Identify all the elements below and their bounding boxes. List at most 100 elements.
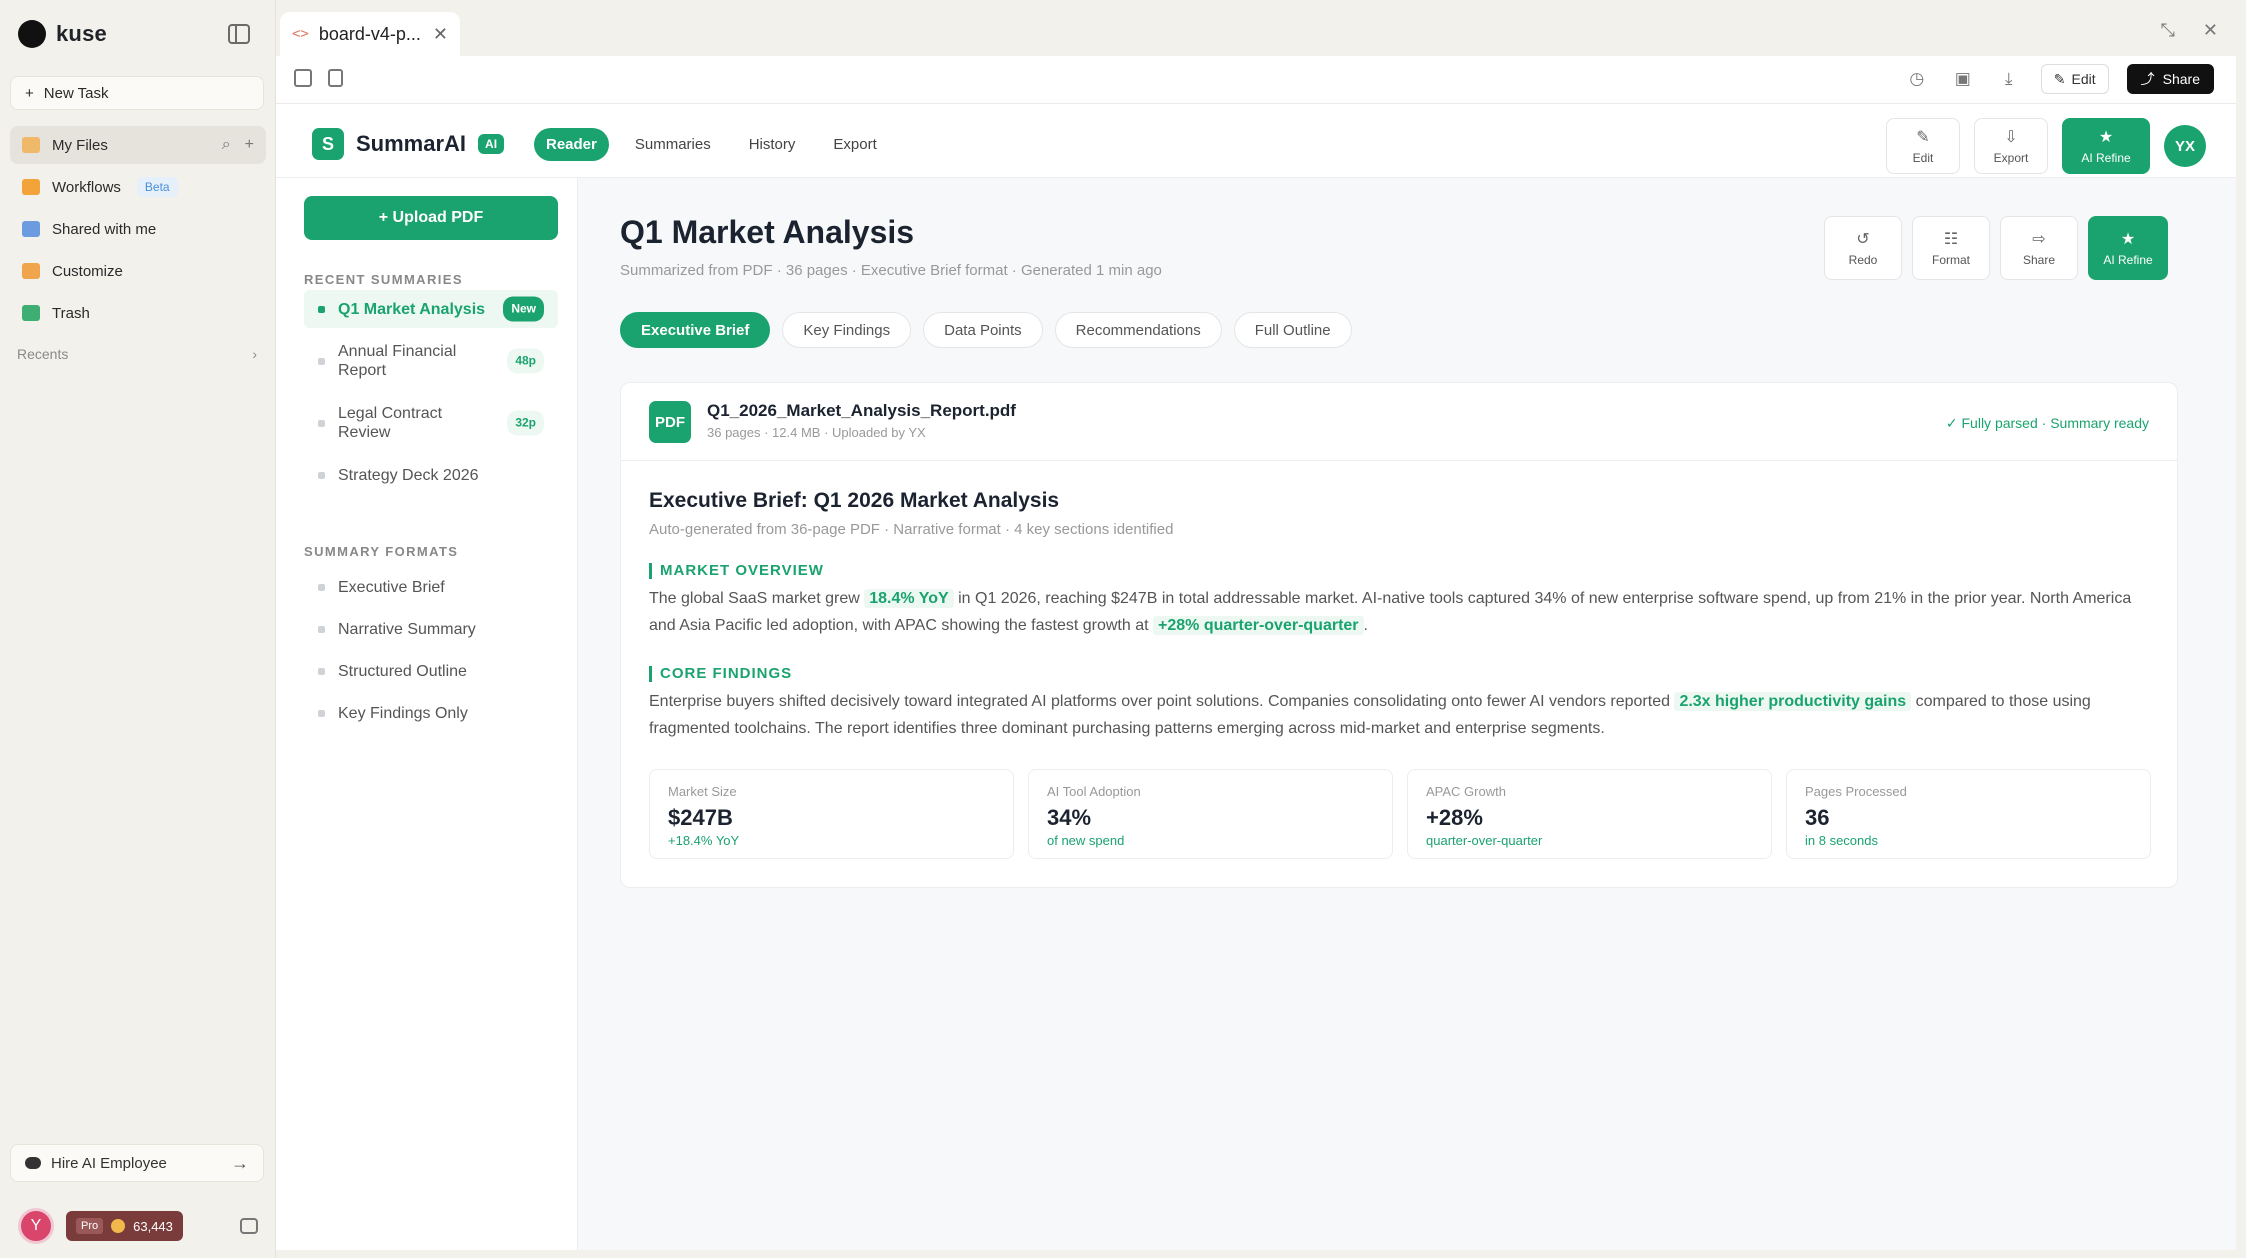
page-title: Q1 Market Analysis	[620, 214, 915, 250]
app-sidebar: kuse + New Task My Files ⌕ + Workflows B…	[0, 0, 276, 1258]
recent-item-label: Legal Contract Review	[338, 405, 443, 441]
tab-executive-brief[interactable]: Executive Brief	[620, 312, 771, 348]
header-edit-button[interactable]: ✎ Edit	[1886, 118, 1960, 174]
share-summary-label: Share	[2022, 253, 2056, 267]
stat-label: APAC Growth	[1426, 784, 1506, 799]
close-icon[interactable]: ✕	[433, 24, 448, 45]
user-avatar-yx[interactable]: YX	[2164, 125, 2206, 167]
format-executive-brief[interactable]: Executive Brief	[304, 568, 558, 606]
format-key-findings[interactable]: Key Findings Only	[304, 694, 558, 732]
user-avatar[interactable]: Y	[18, 1208, 54, 1244]
arrow-right-icon: →	[231, 1152, 249, 1173]
format-narrative[interactable]: Narrative Summary	[304, 610, 558, 648]
pencil-icon: ✎	[2053, 70, 2066, 87]
feedback-icon[interactable]	[240, 1218, 258, 1234]
brand[interactable]: kuse	[18, 20, 107, 48]
text-segment: Enterprise buyers shifted decisively tow…	[649, 693, 1675, 710]
present-icon[interactable]: ▣	[1949, 69, 1977, 89]
plus-icon: +	[25, 84, 34, 102]
plan-credits-chip[interactable]: Pro 63,443	[66, 1211, 183, 1241]
history-icon[interactable]: ◷	[1903, 69, 1931, 89]
recents-header[interactable]: Recents ›	[17, 346, 257, 362]
folder-icon	[22, 137, 40, 153]
share-summary-button[interactable]: ⇨ Share	[2000, 216, 2078, 280]
stats-row: Market Size $247B +18.4% YoY AI Tool Ado…	[649, 769, 2151, 859]
ai-refine-label: AI Refine	[2103, 253, 2153, 267]
summary-main: Q1 Market Analysis Summarized from PDF ·…	[578, 178, 2236, 1250]
view-toggles	[294, 69, 343, 87]
brief-meta: Auto-generated from 36-page PDF · Narrat…	[649, 521, 1174, 538]
minimize-icon[interactable]: ⤡	[2161, 20, 2175, 41]
file-name[interactable]: Q1_2026_Market_Analysis_Report.pdf	[707, 401, 1016, 421]
edit-button[interactable]: ✎ Edit	[2040, 64, 2109, 94]
add-icon[interactable]: +	[245, 136, 254, 154]
plan-badge: Pro	[76, 1218, 104, 1234]
nav-export[interactable]: Export	[821, 128, 888, 161]
recent-summaries-list: Q1 Market Analysis New Annual Financial …	[304, 290, 558, 498]
close-window-icon[interactable]: ✕	[2203, 20, 2218, 41]
share-button[interactable]: ⤴ Share	[2126, 64, 2214, 94]
new-badge: New	[503, 296, 544, 322]
stat-value: +28%	[1426, 805, 1483, 830]
format-label: Structured Outline	[338, 662, 467, 680]
desktop-view-icon[interactable]	[294, 69, 312, 87]
tab-full-outline[interactable]: Full Outline	[1233, 312, 1352, 348]
recent-item-q1[interactable]: Q1 Market Analysis New	[304, 290, 558, 328]
viewer-toolbar: ◷ ▣ ⤓ ✎ Edit ⤴ Share	[276, 56, 2236, 104]
stat-value: $247B	[668, 805, 733, 830]
nav-history[interactable]: History	[737, 128, 808, 161]
chevron-right-icon: ›	[252, 346, 257, 362]
sidebar-item-my-files[interactable]: My Files ⌕ +	[10, 126, 266, 164]
hire-ai-employee-button[interactable]: Hire AI Employee →	[10, 1144, 264, 1182]
robot-icon	[25, 1157, 41, 1169]
stat-market-size: Market Size $247B +18.4% YoY	[649, 769, 1014, 859]
recent-item-label: Annual Financial Report	[338, 343, 457, 379]
download-icon: ⇩	[2004, 129, 2018, 146]
search-icon[interactable]: ⌕	[222, 136, 231, 154]
share-icon: ⤴	[2140, 71, 2155, 87]
core-findings-text: Enterprise buyers shifted decisively tow…	[649, 688, 2159, 742]
format-button[interactable]: ☷ Format	[1912, 216, 1990, 280]
new-task-button[interactable]: + New Task	[10, 76, 264, 110]
download-icon[interactable]: ⤓	[1995, 69, 2023, 89]
recent-summaries-title: RECENT SUMMARIES	[304, 272, 463, 287]
sidebar-item-label: Shared with me	[52, 220, 157, 238]
recent-item-strategy[interactable]: Strategy Deck 2026	[304, 456, 558, 494]
tab-data-points[interactable]: Data Points	[923, 312, 1043, 348]
sidebar-item-customize[interactable]: Customize	[10, 252, 266, 290]
redo-button[interactable]: ↺ Redo	[1824, 216, 1902, 280]
tab-key-findings[interactable]: Key Findings	[782, 312, 912, 348]
header-export-button[interactable]: ⇩ Export	[1974, 118, 2048, 174]
recent-item-legal[interactable]: Legal Contract Review 32p	[304, 394, 558, 452]
summary-formats-title: SUMMARY FORMATS	[304, 544, 459, 559]
upload-pdf-button[interactable]: + Upload PDF	[304, 196, 558, 240]
highlight-productivity: 2.3x higher productivity gains	[1674, 692, 1912, 711]
stat-label: Market Size	[668, 784, 737, 799]
app-logo-icon: S	[312, 128, 344, 160]
stat-label: AI Tool Adoption	[1047, 784, 1141, 799]
sidebar-item-label: Trash	[52, 304, 90, 322]
coin-icon	[111, 1219, 126, 1233]
mobile-view-icon[interactable]	[328, 69, 343, 87]
sidebar-item-workflows[interactable]: Workflows Beta	[10, 168, 266, 206]
shared-folder-icon	[22, 221, 40, 237]
summary-formats-list: Executive Brief Narrative Summary Struct…	[304, 568, 558, 736]
tab-board[interactable]: <> board-v4-p... ✕	[280, 12, 460, 56]
app-logo[interactable]: S SummarAI AI	[312, 128, 505, 160]
recent-item-annual[interactable]: Annual Financial Report 48p	[304, 332, 558, 390]
list-icon: ☷	[1943, 231, 1959, 248]
tab-recommendations[interactable]: Recommendations	[1054, 312, 1222, 348]
sidebar-item-shared[interactable]: Shared with me	[10, 210, 266, 248]
nav-summaries[interactable]: Summaries	[623, 128, 723, 161]
section-market-overview: MARKET OVERVIEW	[649, 563, 824, 579]
format-structured-outline[interactable]: Structured Outline	[304, 652, 558, 690]
stat-sub: of new spend	[1047, 833, 1125, 848]
text-segment: .	[1363, 617, 1368, 634]
section-core-findings: CORE FINDINGS	[649, 666, 792, 682]
ai-refine-button[interactable]: ★ AI Refine	[2088, 216, 2168, 280]
user-row: Y Pro 63,443	[18, 1208, 258, 1244]
sidebar-item-trash[interactable]: Trash	[10, 294, 266, 332]
header-ai-refine-button[interactable]: ★ AI Refine	[2062, 118, 2150, 174]
nav-reader[interactable]: Reader	[534, 128, 609, 161]
sidebar-toggle-icon[interactable]	[228, 24, 250, 44]
